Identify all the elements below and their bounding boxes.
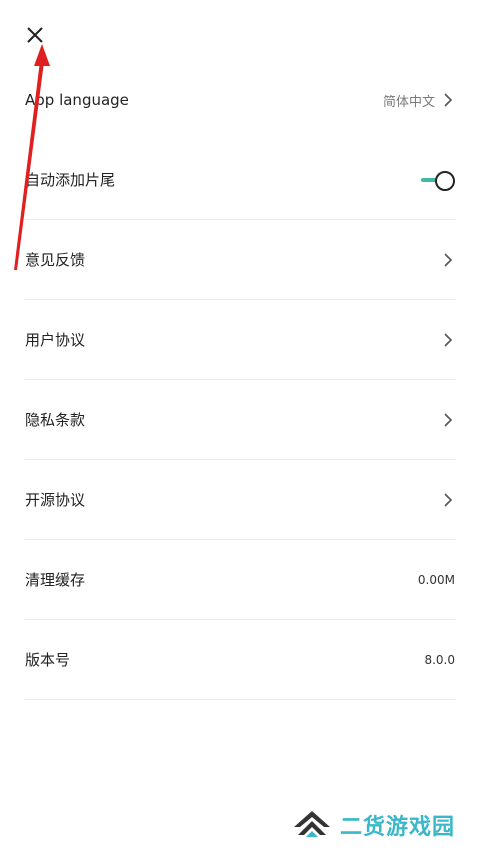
settings-item-label: 用户协议 [25, 331, 86, 349]
settings-list: App language 简体中文 自动添加片尾 意见反馈 用户协议 隐私条款 … [0, 60, 480, 700]
settings-item-user-agreement[interactable]: 用户协议 [25, 300, 455, 380]
settings-item-label: 清理缓存 [25, 571, 86, 589]
version-value: 8.0.0 [424, 652, 455, 667]
settings-item-open-source[interactable]: 开源协议 [25, 460, 455, 540]
settings-item-version: 版本号 8.0.0 [25, 620, 455, 700]
watermark-logo-icon [294, 811, 330, 837]
settings-item-label: App language [25, 91, 129, 109]
cache-size-value: 0.00M [417, 572, 455, 587]
chevron-right-icon [444, 93, 453, 107]
chevron-right-icon [444, 412, 453, 427]
chevron-right-icon [444, 492, 453, 507]
settings-item-privacy[interactable]: 隐私条款 [25, 380, 455, 460]
chevron-right-icon [444, 332, 453, 347]
settings-item-label: 意见反馈 [25, 251, 86, 269]
settings-item-app-language[interactable]: App language 简体中文 [25, 60, 455, 140]
chevron-right-icon [444, 252, 453, 267]
settings-item-label: 开源协议 [25, 491, 86, 509]
close-icon [27, 27, 43, 43]
settings-item-clear-cache[interactable]: 清理缓存 0.00M [25, 540, 455, 620]
watermark: 二货游戏园 [290, 805, 470, 845]
auto-ending-toggle[interactable] [421, 170, 455, 191]
watermark-text: 二货游戏园 [340, 815, 456, 840]
close-button[interactable] [22, 22, 48, 48]
settings-item-label: 自动添加片尾 [25, 171, 116, 189]
settings-item-label: 版本号 [25, 651, 71, 669]
language-value: 简体中文 [382, 94, 435, 110]
settings-item-label: 隐私条款 [25, 411, 86, 429]
settings-item-feedback[interactable]: 意见反馈 [25, 220, 455, 300]
toggle-knob [435, 170, 455, 191]
settings-item-auto-ending: 自动添加片尾 [25, 140, 455, 220]
